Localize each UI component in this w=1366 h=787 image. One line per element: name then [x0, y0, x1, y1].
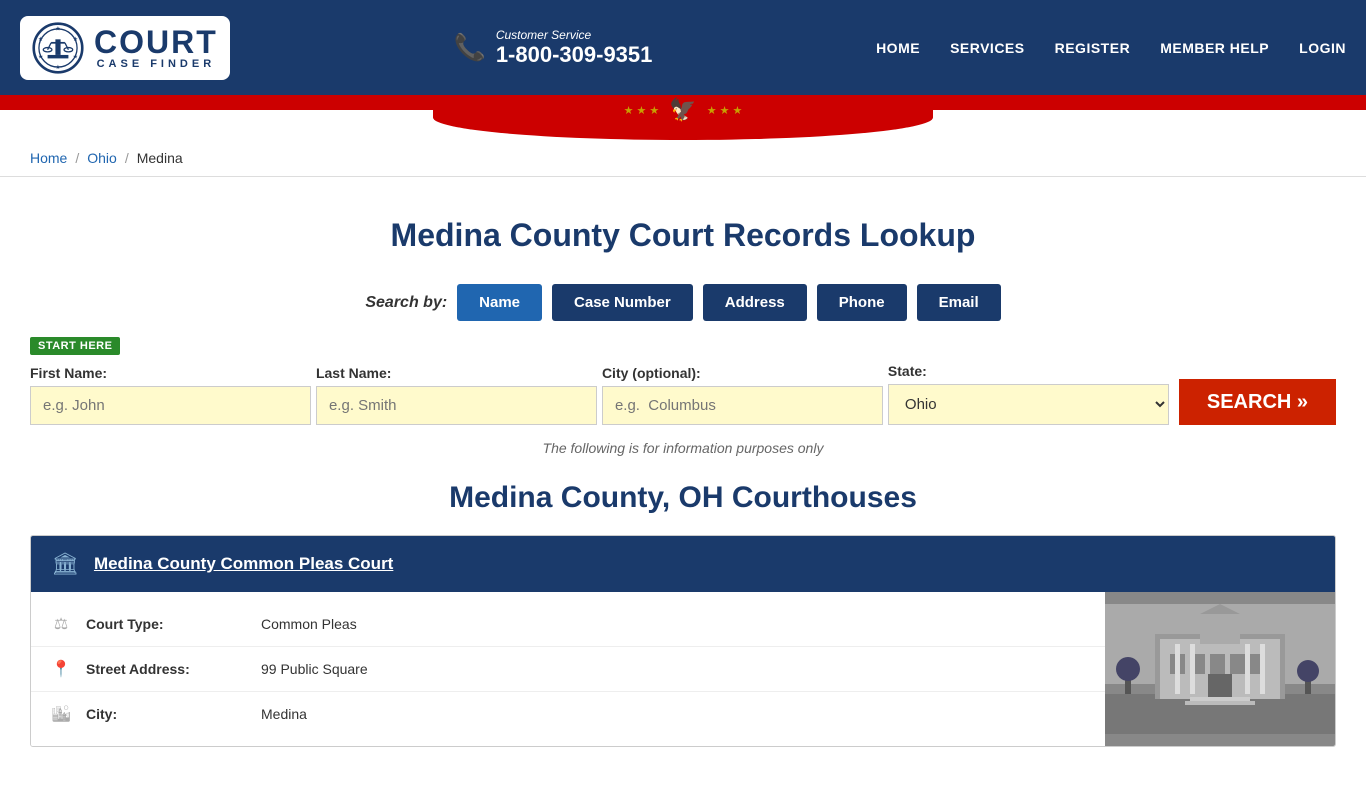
phone-text: Customer Service 1-800-309-9351 [496, 28, 653, 68]
phone-icon: 📞 [453, 32, 485, 63]
city-field-group: City (optional): [602, 365, 883, 425]
first-name-input[interactable] [30, 386, 311, 425]
street-address-label: Street Address: [86, 661, 246, 677]
detail-row-court-type: ⚖ Court Type: Common Pleas [31, 602, 1105, 647]
breadcrumb-ohio[interactable]: Ohio [87, 150, 117, 166]
search-tabs-row: Search by: Name Case Number Address Phon… [30, 284, 1336, 321]
logo-court-text: COURT [94, 26, 218, 58]
city-label: City (optional): [602, 365, 883, 381]
nav-home[interactable]: HOME [876, 40, 920, 56]
search-form-area: START HERE First Name: Last Name: City (… [30, 336, 1336, 425]
svg-text:★: ★ [55, 25, 60, 32]
stars-right-icon: ★ ★ ★ [707, 104, 743, 117]
detail-row-city: 🏙 City: Medina [31, 692, 1105, 736]
state-label: State: [888, 363, 1169, 379]
start-here-badge: START HERE [30, 337, 120, 355]
breadcrumb-sep-1: / [75, 150, 79, 166]
search-button[interactable]: SEARCH » [1179, 379, 1336, 425]
nav-member-help[interactable]: MEMBER HELP [1160, 40, 1269, 56]
state-field-group: State: Ohio Alabama Alaska Arizona [888, 363, 1169, 425]
city-icon: 🏙 [51, 704, 71, 724]
first-name-label: First Name: [30, 365, 311, 381]
svg-text:★: ★ [38, 53, 43, 60]
header: ★ ★ ★ ★ ★ ★ COURT CASE F [0, 0, 1366, 95]
main-content: Medina County Court Records Lookup Searc… [0, 177, 1366, 787]
city-value: Medina [261, 706, 307, 722]
search-by-label: Search by: [365, 294, 447, 312]
city-input[interactable] [602, 386, 883, 425]
breadcrumb-bar: Home / Ohio / Medina [0, 140, 1366, 177]
customer-service-label: Customer Service [496, 28, 653, 42]
courthouse-icon: 🏛 [51, 551, 79, 577]
nav-services[interactable]: SERVICES [950, 40, 1025, 56]
logo-box: ★ ★ ★ ★ ★ ★ COURT CASE F [20, 16, 230, 80]
last-name-label: Last Name: [316, 365, 597, 381]
location-icon: 📍 [51, 659, 71, 679]
courthouse-name-link[interactable]: Medina County Common Pleas Court [94, 554, 393, 574]
form-fields: First Name: Last Name: City (optional): … [30, 363, 1336, 425]
tab-address[interactable]: Address [703, 284, 807, 321]
phone-number: 1-800-309-9351 [496, 42, 653, 68]
svg-text:★: ★ [38, 36, 43, 43]
nav-login[interactable]: LOGIN [1299, 40, 1346, 56]
svg-text:★: ★ [55, 63, 60, 70]
detail-row-address: 📍 Street Address: 99 Public Square [31, 647, 1105, 692]
tab-phone[interactable]: Phone [817, 284, 907, 321]
courthouse-details: ⚖ Court Type: Common Pleas 📍 Street Addr… [31, 592, 1105, 746]
breadcrumb-medina: Medina [137, 150, 183, 166]
gavel-icon: ⚖ [51, 614, 71, 634]
state-select[interactable]: Ohio Alabama Alaska Arizona [888, 384, 1169, 425]
first-name-field-group: First Name: [30, 365, 311, 425]
main-nav: HOME SERVICES REGISTER MEMBER HELP LOGIN [876, 40, 1346, 56]
svg-text:★: ★ [73, 53, 78, 60]
nav-register[interactable]: REGISTER [1055, 40, 1131, 56]
street-address-value: 99 Public Square [261, 661, 368, 677]
courthouses-title: Medina County, OH Courthouses [30, 481, 1336, 515]
eagle-area: ★ ★ ★ 🦅 ★ ★ ★ [624, 97, 743, 123]
courthouse-header: 🏛 Medina County Common Pleas Court [31, 536, 1335, 592]
logo-emblem-icon: ★ ★ ★ ★ ★ ★ [32, 22, 84, 74]
page-title: Medina County Court Records Lookup [30, 217, 1336, 254]
court-type-value: Common Pleas [261, 616, 357, 632]
tab-case-number[interactable]: Case Number [552, 284, 693, 321]
last-name-field-group: Last Name: [316, 365, 597, 425]
courthouse-card: 🏛 Medina County Common Pleas Court ⚖ Cou… [30, 535, 1336, 747]
breadcrumb-sep-2: / [125, 150, 129, 166]
info-note: The following is for information purpose… [30, 440, 1336, 456]
logo-text: COURT CASE FINDER [94, 26, 218, 70]
eagle-icon: 🦅 [669, 97, 696, 123]
logo-area: ★ ★ ★ ★ ★ ★ COURT CASE F [20, 16, 230, 80]
courthouse-body: ⚖ Court Type: Common Pleas 📍 Street Addr… [31, 592, 1335, 746]
last-name-input[interactable] [316, 386, 597, 425]
breadcrumb-home[interactable]: Home [30, 150, 67, 166]
phone-area: 📞 Customer Service 1-800-309-9351 [453, 28, 652, 68]
breadcrumb: Home / Ohio / Medina [30, 150, 1336, 166]
ribbon-bar: ★ ★ ★ 🦅 ★ ★ ★ [0, 95, 1366, 140]
tab-name[interactable]: Name [457, 284, 542, 321]
courthouse-building-svg [1105, 604, 1335, 734]
stars-left-icon: ★ ★ ★ [624, 104, 660, 117]
city-label-detail: City: [86, 706, 246, 722]
logo-case-finder-text: CASE FINDER [94, 58, 218, 70]
svg-text:★: ★ [73, 36, 78, 43]
court-type-label: Court Type: [86, 616, 246, 632]
tab-email[interactable]: Email [917, 284, 1001, 321]
courthouse-image [1105, 592, 1335, 746]
